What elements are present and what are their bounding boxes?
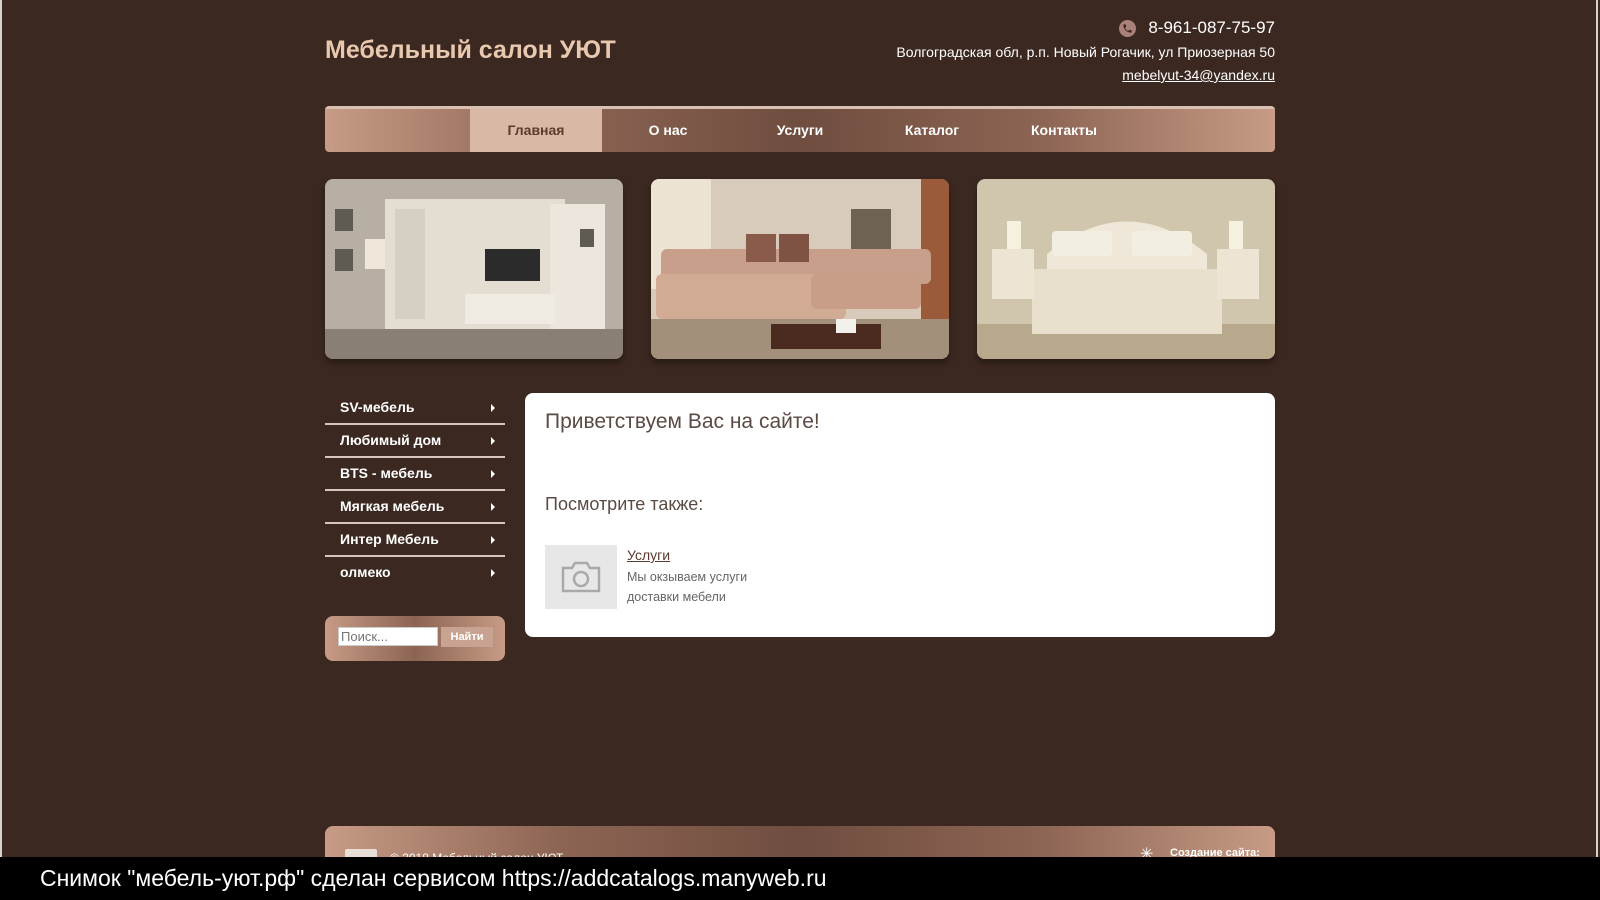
living-room-wall-unit-photo <box>325 179 623 359</box>
nav-item-catalog[interactable]: Каталог <box>866 109 998 152</box>
email-link[interactable]: mebelyut-34@yandex.ru <box>1122 67 1275 83</box>
main-nav: Главная О нас Услуги Каталог Контакты <box>325 106 1275 152</box>
category-label: Интер Мебель <box>340 531 439 547</box>
category-label: BTS - мебель <box>340 465 433 481</box>
nav-item-contacts[interactable]: Контакты <box>998 109 1130 152</box>
phone-icon <box>1119 19 1137 37</box>
services-card-link[interactable]: Услуги <box>627 547 670 563</box>
phone-number: 8-961-087-75-97 <box>1148 18 1275 37</box>
camera-icon <box>561 561 601 593</box>
category-label: SV-мебель <box>340 399 415 415</box>
category-olmeko[interactable]: олмеко <box>325 557 505 588</box>
welcome-heading: Приветствуем Вас на сайте! <box>545 410 820 433</box>
category-sv-mebel[interactable]: SV-мебель <box>325 392 505 425</box>
screenshot-caption-bar: Снимок "мебель-уют.рф" сделан сервисом h… <box>0 857 1600 900</box>
arrow-right-icon <box>491 470 495 478</box>
category-inter-mebel[interactable]: Интер Мебель <box>325 524 505 557</box>
category-myagkaya-mebel[interactable]: Мягкая мебель <box>325 491 505 524</box>
photo-gallery <box>325 179 1275 359</box>
category-lyubimyj-dom[interactable]: Любимый дом <box>325 425 505 458</box>
category-label: Любимый дом <box>340 432 442 448</box>
nav-item-home[interactable]: Главная <box>470 109 602 152</box>
nav-item-about[interactable]: О нас <box>602 109 734 152</box>
search-button[interactable]: Найти <box>441 627 493 647</box>
address: Волгоградская обл, р.п. Новый Рогачик, у… <box>896 44 1275 60</box>
arrow-right-icon <box>491 437 495 445</box>
card-thumbnail[interactable] <box>545 545 617 609</box>
category-label: Мягкая мебель <box>340 498 445 514</box>
search-box: Найти <box>325 616 505 661</box>
nav-item-services[interactable]: Услуги <box>734 109 866 152</box>
category-bts-mebel[interactable]: BTS - мебель <box>325 458 505 491</box>
arrow-right-icon <box>491 569 495 577</box>
header-contacts: 8-961-087-75-97 Волгоградская обл, р.п. … <box>896 16 1275 85</box>
see-also-heading: Посмотрите также: <box>545 494 704 514</box>
services-card-description: Мы окзываем услуги доставки мебели <box>627 570 748 604</box>
screenshot-caption: Снимок "мебель-уют.рф" сделан сервисом h… <box>40 865 827 891</box>
phone-row: 8-961-087-75-97 <box>896 16 1275 40</box>
arrow-right-icon <box>491 503 495 511</box>
search-input[interactable] <box>338 627 438 646</box>
category-label: олмеко <box>340 564 391 580</box>
bedroom-bed-photo <box>977 179 1275 359</box>
arrow-right-icon <box>491 536 495 544</box>
arrow-right-icon <box>491 404 495 412</box>
site-title[interactable]: Мебельный салон УЮТ <box>325 36 616 65</box>
category-menu: SV-мебель Любимый дом BTS - мебель Мягка… <box>325 392 505 588</box>
corner-sofa-photo <box>651 179 949 359</box>
main-content: Приветствуем Вас на сайте! Посмотрите та… <box>525 393 1275 637</box>
